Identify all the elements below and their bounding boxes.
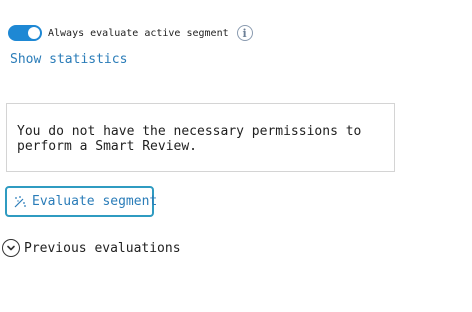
show-statistics-link[interactable]: Show statistics (10, 52, 127, 67)
previous-evaluations-label: Previous evaluations (24, 240, 181, 256)
always-evaluate-label: Always evaluate active segment (48, 27, 229, 39)
permission-notice-text: You do not have the necessary permission… (17, 124, 362, 154)
info-icon[interactable]: i (236, 25, 253, 41)
permission-notice: You do not have the necessary permission… (6, 103, 395, 172)
magic-wand-icon (13, 195, 27, 209)
always-evaluate-toggle[interactable] (8, 25, 42, 41)
always-evaluate-row: Always evaluate active segment i (8, 23, 253, 43)
toggle-knob (28, 27, 40, 39)
evaluate-segment-button[interactable]: Evaluate segment (5, 186, 158, 217)
chevron-down-circle-icon (2, 239, 20, 257)
evaluate-segment-label: Evaluate segment (32, 194, 158, 209)
previous-evaluations-toggle[interactable]: Previous evaluations (2, 238, 181, 258)
